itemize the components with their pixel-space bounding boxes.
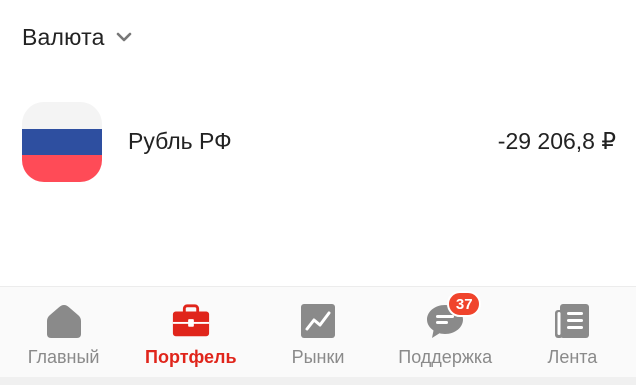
chat-icon: 37	[425, 291, 482, 341]
tab-feed[interactable]: Лента	[509, 287, 636, 385]
tab-label: Портфель	[145, 347, 237, 367]
tab-label: Поддержка	[398, 347, 493, 367]
tab-label: Рынки	[291, 347, 345, 367]
portfolio-screen: Валюта Рубль РФ -29 206,8 ₽ Главный Порт…	[0, 0, 636, 385]
bottom-tab-bar: Главный Портфель Рынки 37 Поддержка Лент…	[0, 286, 636, 385]
home-icon	[44, 301, 84, 341]
feed-icon	[552, 301, 592, 341]
chart-icon	[298, 301, 338, 341]
asset-row[interactable]: Рубль РФ -29 206,8 ₽	[0, 100, 636, 186]
russia-flag-icon	[22, 102, 102, 182]
currency-section-header[interactable]: Валюта	[22, 20, 133, 54]
chevron-down-icon[interactable]	[115, 28, 133, 46]
asset-name: Рубль РФ	[128, 128, 232, 154]
tab-label: Главный	[27, 347, 100, 367]
bottom-edge	[0, 377, 636, 385]
tab-support[interactable]: 37 Поддержка	[382, 287, 509, 385]
briefcase-icon	[171, 301, 211, 341]
tab-markets[interactable]: Рынки	[254, 287, 381, 385]
tab-label: Лента	[547, 347, 598, 367]
tab-home[interactable]: Главный	[0, 287, 127, 385]
asset-value: -29 206,8 ₽	[497, 128, 616, 154]
section-title: Валюта	[22, 23, 105, 50]
tab-portfolio[interactable]: Портфель	[127, 287, 254, 385]
notification-badge: 37	[447, 291, 482, 317]
